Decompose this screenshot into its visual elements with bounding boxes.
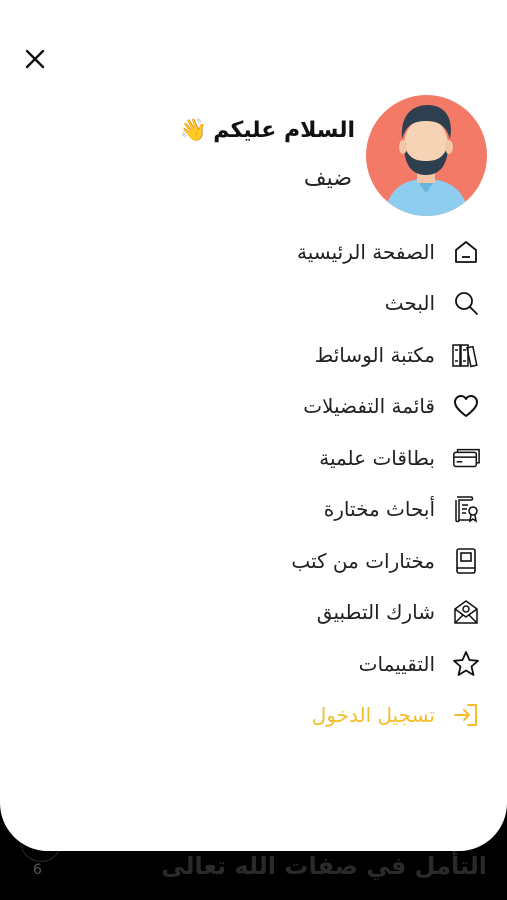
menu-item-label: الصفحة الرئيسية [297,239,435,264]
navigation-drawer: السلام عليكم 👋 ضيف الصفحة الرئيسية البحث [0,0,507,851]
menu-item-label: البحث [384,291,435,316]
menu-item-share-app[interactable]: شارك التطبيق [21,587,481,639]
search-icon [451,288,481,318]
drawer-menu: الصفحة الرئيسية البحث مكتبة الوسائط قائم… [21,226,481,741]
username: ضيف [303,166,352,191]
avatar [366,95,487,216]
menu-item-label: أبحاث مختارة [323,497,435,522]
menu-item-label: شارك التطبيق [316,600,435,625]
background-page-number: 6 [33,862,42,878]
menu-item-label: مختارات من كتب [291,548,435,573]
menu-item-search[interactable]: البحث [21,278,481,330]
menu-item-label: بطاقات علمية [319,445,435,470]
greeting: السلام عليكم 👋 [180,118,355,143]
menu-item-media-library[interactable]: مكتبة الوسائط [21,329,481,381]
menu-item-scientific-cards[interactable]: بطاقات علمية [21,432,481,484]
menu-item-selected-research[interactable]: أبحاث مختارة [21,484,481,536]
menu-item-label: التقييمات [358,651,435,676]
waving-hand-icon: 👋 [179,118,208,143]
library-icon [451,340,481,370]
greeting-text: السلام عليكم [213,118,355,143]
card-icon [451,443,481,473]
background-article-title: التأمل في صفات الله تعالى [161,852,487,880]
book-icon [451,546,481,576]
heart-icon [451,391,481,421]
close-button[interactable] [22,46,48,72]
close-icon [25,49,45,69]
menu-item-label: تسجيل الدخول [311,703,435,728]
home-icon [451,237,481,267]
menu-item-ratings[interactable]: التقييمات [21,638,481,690]
star-icon [451,649,481,679]
menu-item-book-selections[interactable]: مختارات من كتب [21,535,481,587]
menu-item-home[interactable]: الصفحة الرئيسية [21,226,481,278]
menu-item-login[interactable]: تسجيل الدخول [21,690,481,742]
menu-item-label: قائمة التفضيلات [303,394,435,419]
menu-item-favorites[interactable]: قائمة التفضيلات [21,381,481,433]
scroll-icon [451,494,481,524]
login-icon [451,700,481,730]
menu-item-label: مكتبة الوسائط [314,342,435,367]
share-icon [451,597,481,627]
